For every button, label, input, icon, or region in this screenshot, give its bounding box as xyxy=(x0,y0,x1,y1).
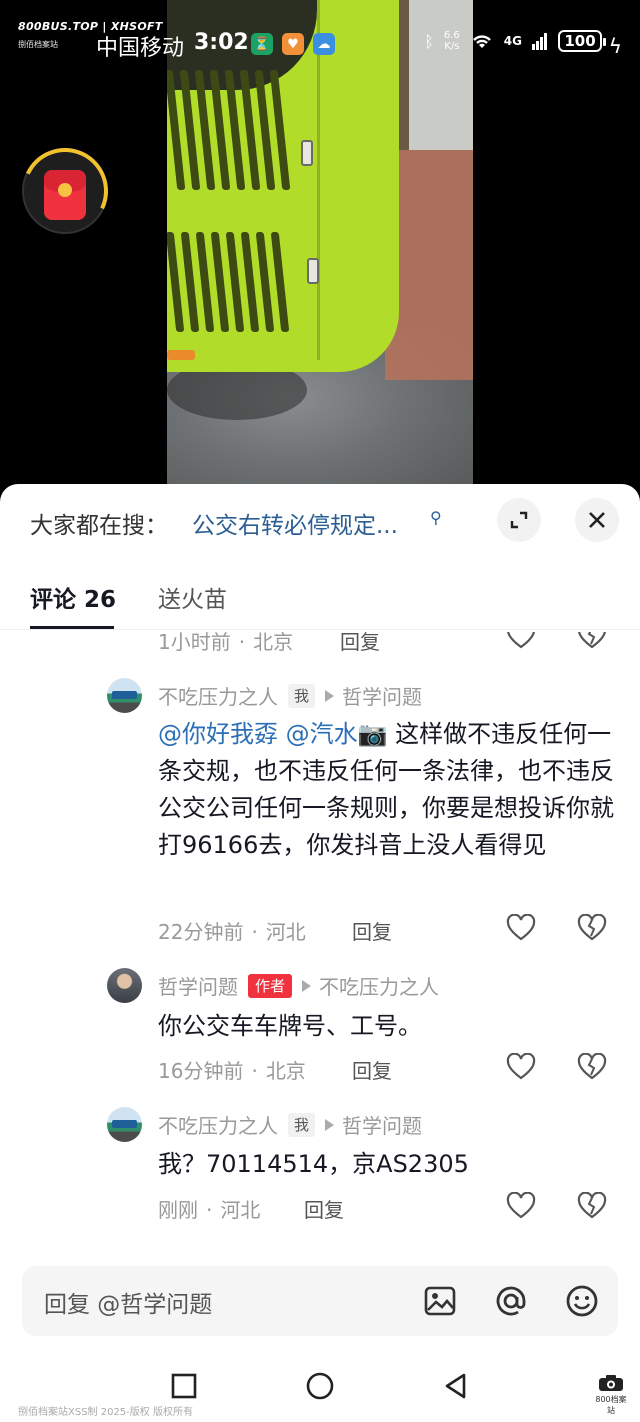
clock: 3:02 xyxy=(194,30,249,55)
mention-link[interactable]: @你好我孬 xyxy=(158,720,278,748)
mention-link[interactable]: @汽水📷 xyxy=(286,720,388,748)
app-notification-icon: ♥ xyxy=(282,33,304,55)
camera-icon xyxy=(599,1375,623,1391)
like-icon[interactable] xyxy=(506,1192,536,1220)
red-envelope-icon xyxy=(44,170,86,220)
comment-sheet: 大家都在搜： 公交右转必停规定... ⚲ 评论 26 送火苗 1小时前 · 北京 回… xyxy=(0,484,640,1422)
watermark-top-sub: 捌佰档案站 xyxy=(18,40,58,49)
comment-meta: 刚刚 · 河北 xyxy=(158,1198,261,1222)
system-nav-bar: 捌佰档案站XSS制 2025-版权 版权所有 800档案站 xyxy=(0,1360,640,1422)
avatar[interactable] xyxy=(107,968,142,1003)
dislike-icon[interactable] xyxy=(577,1192,607,1220)
author-name[interactable]: 哲学问题 xyxy=(158,971,238,1000)
dislike-icon[interactable] xyxy=(577,632,607,650)
search-prefix: 大家都在搜： xyxy=(30,513,168,539)
wifi-icon xyxy=(472,35,491,48)
carrier-name: 中国移动 xyxy=(96,36,185,61)
me-badge: 我 xyxy=(288,683,316,708)
reply-to-name[interactable]: 哲学问题 xyxy=(342,1110,422,1139)
close-button[interactable] xyxy=(575,498,619,542)
expand-button[interactable] xyxy=(497,498,541,542)
signal-label: 4G xyxy=(503,34,522,48)
reply-placeholder: 回复 @哲学问题 xyxy=(44,1292,213,1318)
net-speed: 6.6 K/s xyxy=(443,30,460,52)
watermark-bottom: 捌佰档案站XSS制 2025-版权 版权所有 xyxy=(18,1407,193,1418)
reply-to-name[interactable]: 不吃压力之人 xyxy=(319,971,439,1000)
trending-search-row[interactable]: 大家都在搜： 公交右转必停规定... ⚲ xyxy=(0,502,640,542)
reply-arrow-icon xyxy=(302,979,312,992)
avatar[interactable] xyxy=(107,678,142,713)
comment-author-line: 哲学问题 作者 不吃压力之人 xyxy=(158,971,439,1000)
reply-button[interactable]: 回复 xyxy=(304,1194,344,1223)
charging-icon: ϟ xyxy=(608,34,622,58)
status-bar: 800BUS.TOP | XHSOFT 捌佰档案站 中国移动 3:02 ⏳ ♥ … xyxy=(0,20,640,62)
comment-meta: 22分钟前 · 河北 xyxy=(158,920,306,944)
bluetooth-icon: ᛒ xyxy=(424,31,434,51)
author-badge: 作者 xyxy=(248,973,293,998)
reply-input[interactable]: 回复 @哲学问题 xyxy=(22,1266,618,1336)
comment-author-line: 不吃压力之人 我 哲学问题 xyxy=(158,681,422,710)
at-icon[interactable] xyxy=(493,1283,529,1319)
comment-author-line: 不吃压力之人 我 哲学问题 xyxy=(158,1110,422,1139)
tab-comments[interactable]: 评论 26 xyxy=(30,580,116,629)
weather-icon: ☁ xyxy=(313,33,335,55)
dislike-icon[interactable] xyxy=(577,1053,607,1081)
dislike-icon[interactable] xyxy=(577,914,607,942)
video-player[interactable]: 800BUS.TOP | XHSOFT 捌佰档案站 中国移动 3:02 ⏳ ♥ … xyxy=(0,0,640,492)
video-frame xyxy=(167,0,473,492)
avatar[interactable] xyxy=(107,1107,142,1142)
camera-logo: 800档案站 xyxy=(594,1374,628,1416)
expand-icon xyxy=(510,511,528,529)
reply-button[interactable]: 回复 xyxy=(352,1055,392,1084)
like-icon[interactable] xyxy=(506,632,536,650)
reply-button[interactable]: 回复 xyxy=(352,916,392,945)
red-packet-button[interactable] xyxy=(9,135,121,247)
back-icon[interactable] xyxy=(442,1372,470,1400)
comment-list[interactable]: 1小时前 · 北京 回复 不吃压力之人 我 哲学问题 @你好我孬 @汽水📷 这样做不… xyxy=(0,632,640,1252)
tab-send-fire[interactable]: 送火苗 xyxy=(158,580,227,614)
comment-text: 我？70114514，京AS2305 xyxy=(158,1150,469,1178)
close-icon xyxy=(589,512,605,528)
comment-meta: 1小时前 · 北京 xyxy=(158,632,294,654)
comment-text: 你公交车车牌号、工号。 xyxy=(158,1012,422,1040)
reply-button[interactable]: 回复 xyxy=(340,632,380,655)
reply-to-name[interactable]: 哲学问题 xyxy=(342,681,422,710)
home-icon[interactable] xyxy=(306,1372,334,1400)
image-icon[interactable] xyxy=(422,1283,458,1319)
like-icon[interactable] xyxy=(506,914,536,942)
trending-search-link[interactable]: 公交右转必停规定... xyxy=(192,506,398,540)
comment-text: @你好我孬 @汽水📷 这样做不违反任何一条交规，也不违反任何一条法律，也不违反公… xyxy=(158,720,614,859)
signal-icon xyxy=(532,33,547,50)
emoji-icon[interactable] xyxy=(564,1283,600,1319)
reply-arrow-icon xyxy=(325,1118,335,1131)
search-icon: ⚲ xyxy=(430,508,442,527)
recent-apps-icon[interactable] xyxy=(170,1372,198,1400)
comment-tabs: 评论 26 送火苗 xyxy=(0,574,640,630)
battery-indicator: 100 xyxy=(558,30,606,52)
hourglass-icon: ⏳ xyxy=(251,33,273,55)
reply-arrow-icon xyxy=(325,689,335,702)
author-name[interactable]: 不吃压力之人 xyxy=(158,1110,278,1139)
me-badge: 我 xyxy=(288,1112,316,1137)
author-name[interactable]: 不吃压力之人 xyxy=(158,681,278,710)
comment-meta: 16分钟前 · 北京 xyxy=(158,1059,306,1083)
like-icon[interactable] xyxy=(506,1053,536,1081)
